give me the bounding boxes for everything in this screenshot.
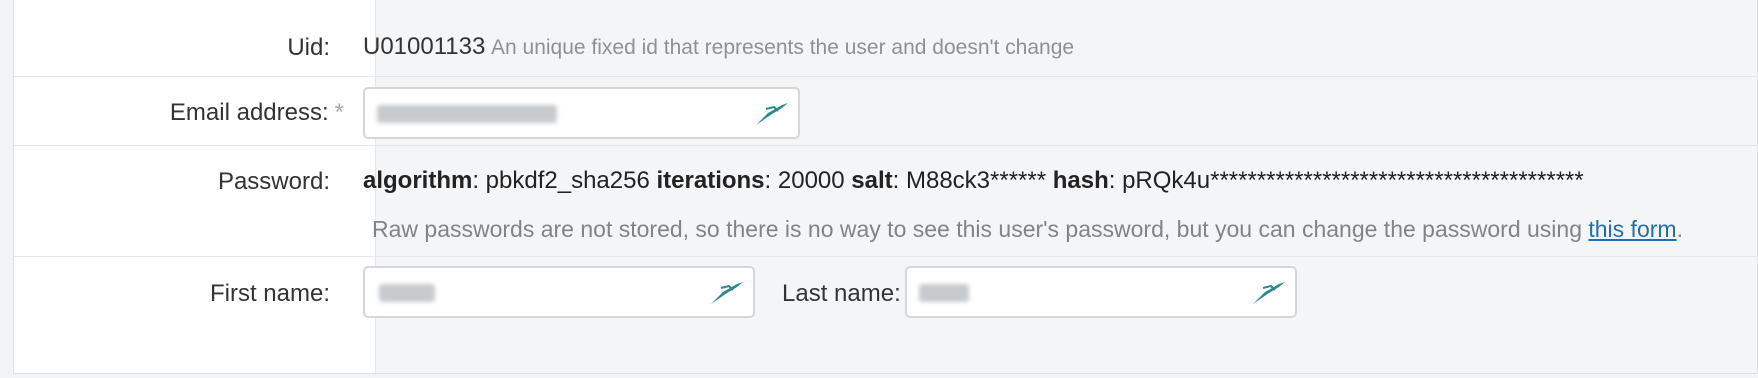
uid-value: U01001133 [363, 33, 486, 60]
email-value-redacted [377, 105, 557, 123]
algorithm-value: : pbkdf2_sha256 [472, 167, 657, 194]
pen-icon [756, 103, 788, 125]
first-name-field[interactable] [363, 266, 755, 318]
email-label: Email address: * [170, 99, 344, 127]
pen-icon [711, 282, 743, 304]
salt-value: : M88ck3****** [892, 167, 1053, 194]
row-divider [14, 256, 1757, 257]
uid-label: Uid: [287, 34, 330, 61]
row-divider [14, 145, 1757, 146]
algorithm-key: algorithm [363, 167, 473, 194]
password-hash-summary: algorithm: pbkdf2_sha256 iterations: 200… [363, 167, 1584, 195]
user-form-panel: Uid: U01001133 An unique fixed id that r… [13, 0, 1758, 374]
password-label: Password: [217, 168, 330, 195]
last-name-label: Last name: [782, 280, 901, 307]
iterations-value: : 20000 [764, 167, 852, 194]
first-name-value-redacted [379, 284, 435, 302]
uid-help-text: An unique fixed id that represents the u… [491, 36, 1075, 59]
change-password-link[interactable]: this form [1588, 216, 1676, 242]
salt-key: salt [851, 167, 893, 194]
last-name-value-redacted [919, 284, 969, 302]
iterations-key: iterations [656, 167, 765, 194]
password-note-text: Raw passwords are not stored, so there i… [372, 216, 1589, 242]
hash-value: : pRQk4u********************************… [1108, 167, 1584, 194]
row-divider [14, 76, 1757, 77]
password-help-text: Raw passwords are not stored, so there i… [372, 216, 1683, 243]
email-field[interactable] [363, 87, 800, 139]
pen-icon [1253, 282, 1285, 304]
last-name-field[interactable] [905, 266, 1297, 318]
required-marker: * [334, 99, 344, 126]
password-note-end: . [1676, 216, 1683, 242]
hash-key: hash [1052, 167, 1109, 194]
email-label-text: Email address: [169, 99, 329, 126]
first-name-label: First name: [209, 280, 330, 307]
